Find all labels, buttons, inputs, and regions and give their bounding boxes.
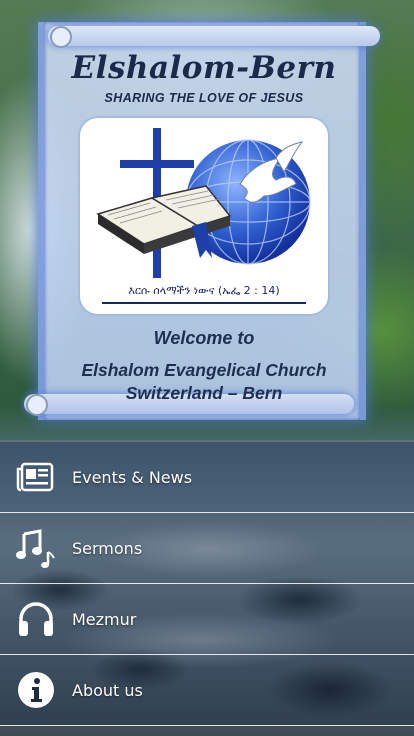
menu-item-label: About us xyxy=(72,680,143,700)
music-notes-icon xyxy=(16,528,56,568)
info-icon xyxy=(16,670,56,710)
logo-underline xyxy=(102,302,306,304)
church-name-line2: Switzerland – Bern xyxy=(125,383,283,403)
menu-item-about-us[interactable]: About us xyxy=(0,655,414,726)
tagline: SHARING THE LOVE OF JESUS xyxy=(104,91,304,105)
church-name-line1: Elshalom Evangelical Church xyxy=(81,360,327,380)
menu-item-label: Mezmur xyxy=(72,609,137,629)
welcome-text: Welcome to xyxy=(153,328,255,348)
menu-item-events-news[interactable]: Events & News xyxy=(0,442,414,513)
menu-item-sermons[interactable]: Sermons xyxy=(0,513,414,584)
newspaper-icon xyxy=(16,457,56,497)
menu-item-label: Sermons xyxy=(72,538,143,558)
scroll-curl-icon xyxy=(26,394,48,416)
church-logo: እርሱ ሰላማችን ነውና (ኤፌ 2 : 14) xyxy=(80,118,328,314)
scroll-curl-icon xyxy=(50,26,72,48)
headphones-icon xyxy=(16,599,56,639)
menu-item-mezmur[interactable]: Mezmur xyxy=(0,584,414,655)
brand-title: Elshalom-Bern xyxy=(71,50,337,86)
main-menu: Events & News Sermons Mezmur About us xyxy=(0,442,414,736)
logo-verse-text: እርሱ ሰላማችን ነውና (ኤፌ 2 : 14) xyxy=(128,284,280,297)
scroll-roll-top xyxy=(48,26,380,46)
menu-item-label: Events & News xyxy=(72,467,193,487)
